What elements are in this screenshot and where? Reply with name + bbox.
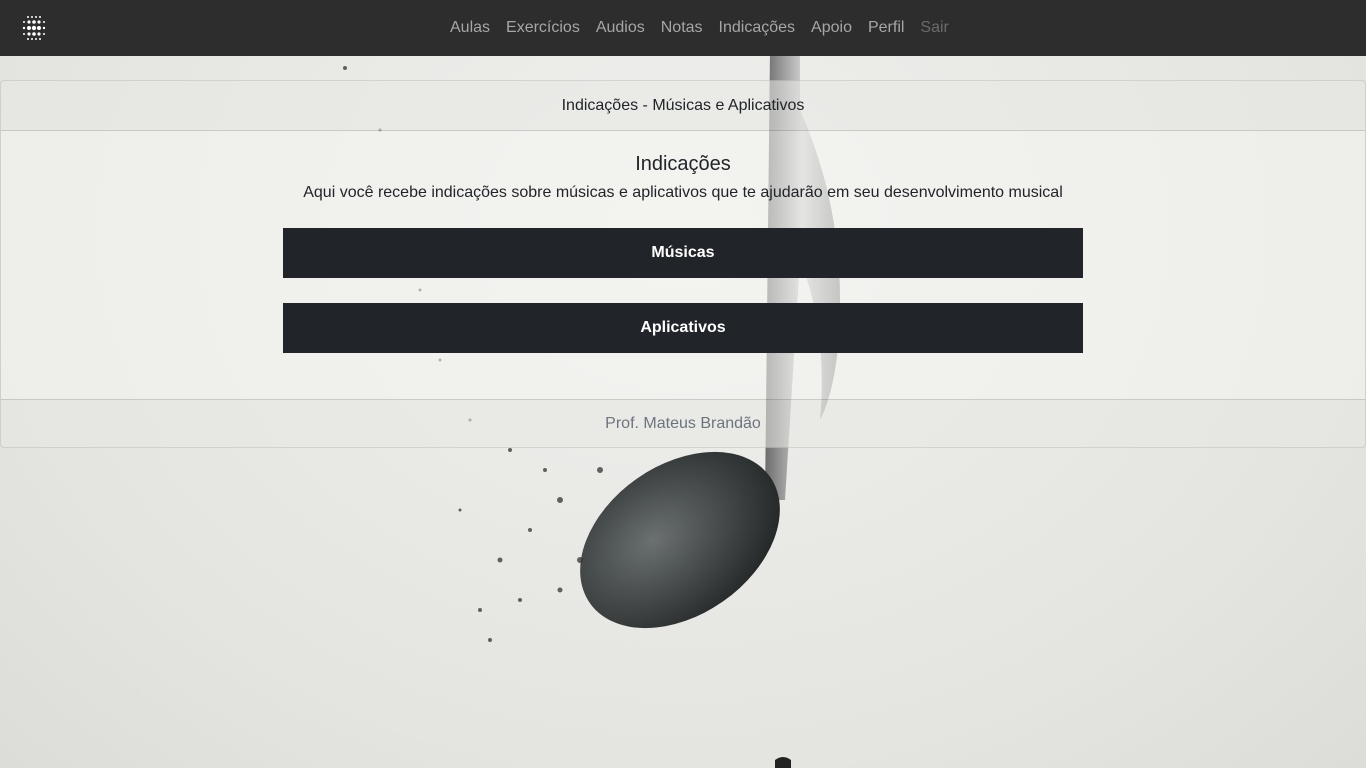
nav-notas[interactable]: Notas <box>661 19 703 37</box>
top-navbar: Aulas Exercícios Audios Notas Indicações… <box>0 0 1366 56</box>
nav-sair[interactable]: Sair <box>920 19 948 37</box>
card-body: Indicações Aqui você recebe indicações s… <box>1 131 1365 399</box>
dots-logo-icon[interactable] <box>20 13 48 43</box>
card-description: Aqui você recebe indicações sobre música… <box>303 184 1063 201</box>
nav-audios[interactable]: Audios <box>596 19 645 37</box>
nav-perfil[interactable]: Perfil <box>868 19 904 37</box>
nav-menu: Aulas Exercícios Audios Notas Indicações… <box>450 0 949 56</box>
nav-apoio[interactable]: Apoio <box>811 19 852 37</box>
card-footer: Prof. Mateus Brandão <box>1 399 1365 447</box>
nav-exercicios[interactable]: Exercícios <box>506 19 580 37</box>
nav-aulas[interactable]: Aulas <box>450 19 490 37</box>
aplicativos-button[interactable]: Aplicativos <box>283 303 1083 353</box>
musicas-button[interactable]: Músicas <box>283 228 1083 278</box>
card-title: Indicações <box>635 153 731 175</box>
nav-indicacoes[interactable]: Indicações <box>719 19 796 37</box>
card-header: Indicações - Músicas e Aplicativos <box>1 81 1365 131</box>
indicacoes-card: Indicações - Músicas e Aplicativos Indic… <box>0 80 1366 448</box>
